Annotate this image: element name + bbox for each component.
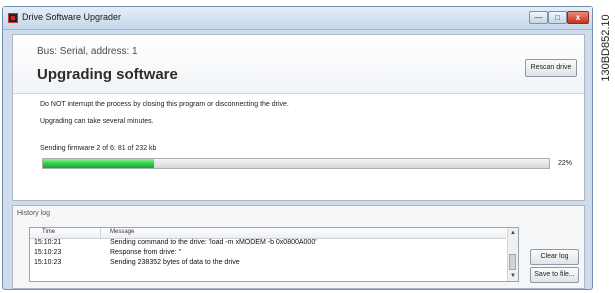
save-to-file-button[interactable]: Save to file... [530,267,579,283]
warning-text: Do NOT interrupt the process by closing … [40,101,289,108]
column-header-message[interactable]: Message [110,229,134,235]
header-area: Bus: Serial, address: 1 Upgrading softwa… [13,35,584,94]
row-message: Sending 238352 bytes of data to the driv… [110,259,240,266]
status-text: Sending firmware 2 of 6: 81 of 232 kb [40,145,157,152]
window-title: Drive Software Upgrader [22,12,122,22]
row-time: 15:10:23 [34,259,62,266]
vertical-scrollbar[interactable]: ▲ ▼ [507,228,518,281]
row-message: Response from drive: '' [110,249,182,256]
maximize-button[interactable]: □ [548,11,567,24]
row-time: 15:10:23 [34,249,62,256]
history-panel: History log Time Message 15:10:21 Sendin… [12,205,585,289]
scroll-up-icon[interactable]: ▲ [508,228,518,238]
table-row[interactable]: 15:10:23 Response from drive: '' [30,249,506,259]
minimize-button[interactable]: — [529,11,548,24]
app-icon [8,13,18,23]
scroll-down-icon[interactable]: ▼ [508,271,518,281]
history-log-table[interactable]: Time Message 15:10:21 Sending command to… [29,227,519,282]
close-button[interactable]: x [567,11,589,24]
history-title: History log [17,210,51,217]
column-header-time[interactable]: Time [42,229,55,235]
table-header: Time Message [30,228,506,239]
progress-bar [42,158,550,169]
page-title: Upgrading software [37,66,178,83]
upgrader-window: Drive Software Upgrader — □ x Bus: Seria… [2,6,593,290]
clear-log-button[interactable]: Clear log [530,249,579,265]
row-time: 15:10:21 [34,239,62,246]
info-text: Upgrading can take several minutes. [40,118,154,125]
scroll-thumb[interactable] [509,254,516,270]
row-message: Sending command to the drive: 'load -m x… [110,239,317,246]
rescan-drive-button[interactable]: Rescan drive [525,59,577,77]
progress-percent: 22% [558,160,573,167]
title-bar: Drive Software Upgrader — □ x [3,7,592,30]
figure-id-label: 130BD852.10 [597,6,615,90]
table-row[interactable]: 15:10:23 Sending 238352 bytes of data to… [30,259,506,269]
upgrade-panel: Bus: Serial, address: 1 Upgrading softwa… [12,34,585,201]
table-row[interactable]: 15:10:21 Sending command to the drive: '… [30,239,506,249]
progress-fill [43,159,155,168]
figure-id-text: 130BD852.10 [600,14,612,82]
bus-label: Bus: Serial, address: 1 [37,46,138,57]
column-divider [100,228,101,238]
